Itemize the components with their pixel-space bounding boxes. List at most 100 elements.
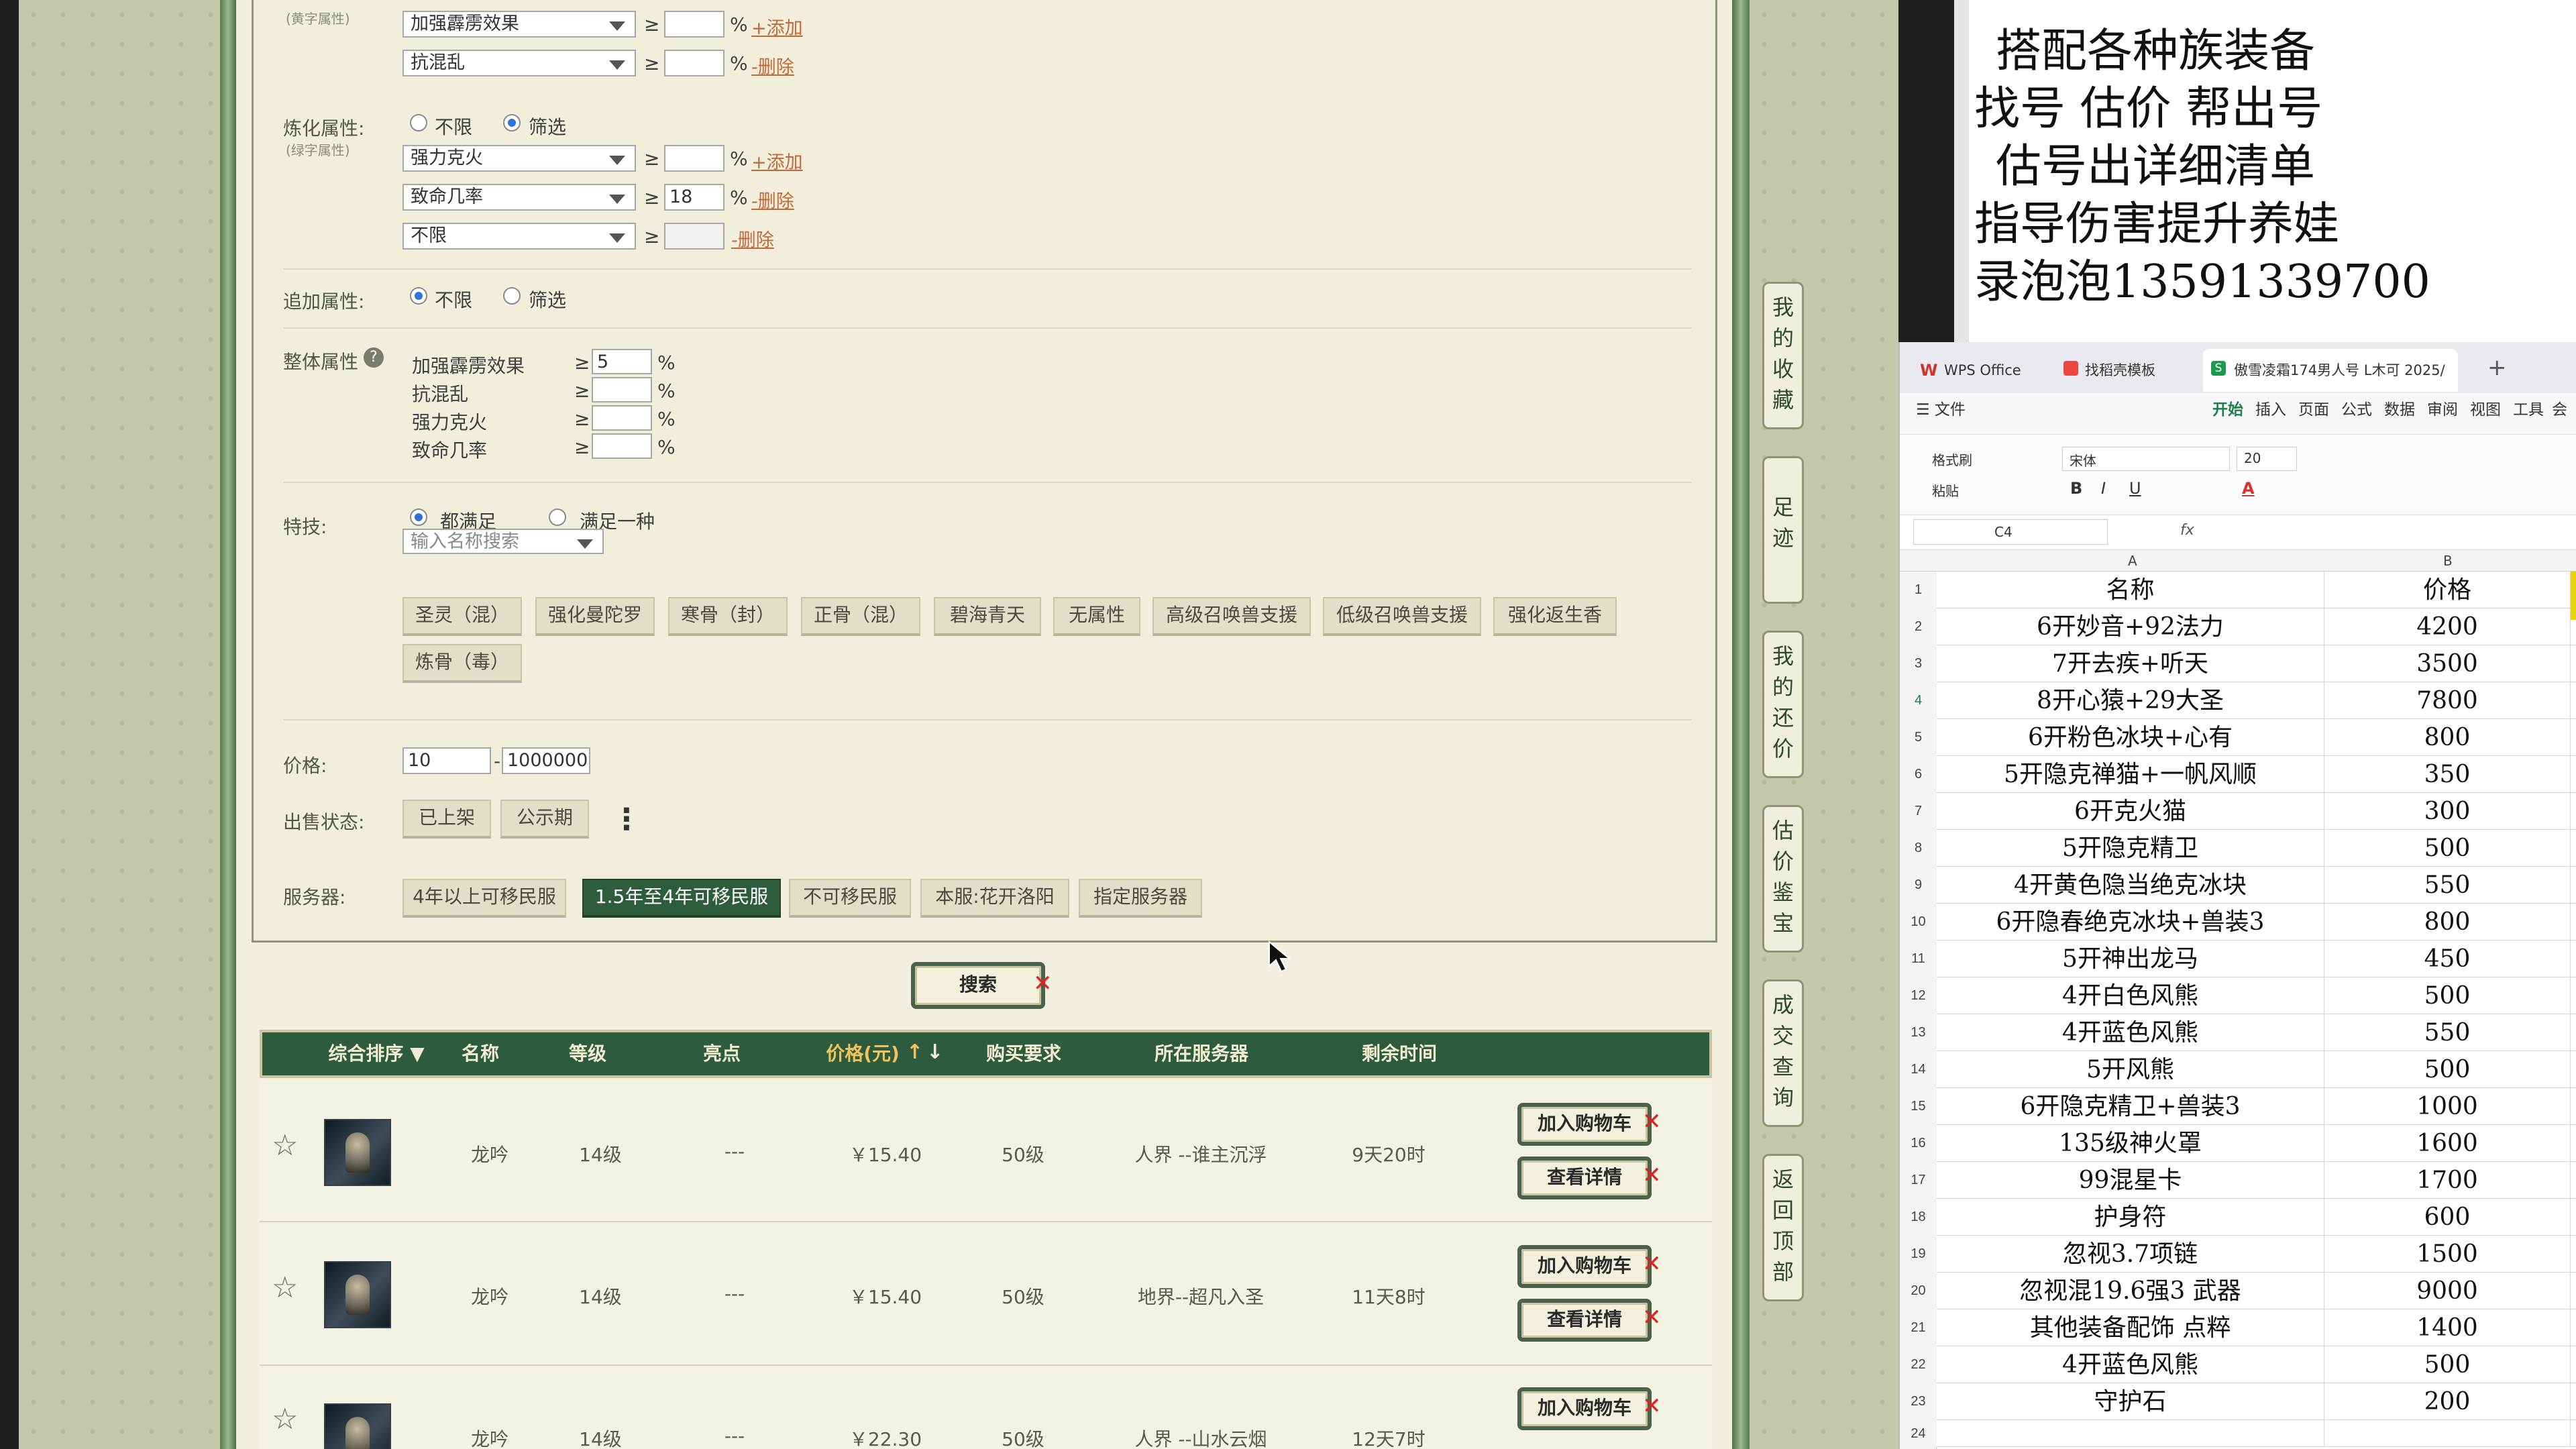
search-button[interactable]: 搜索: [911, 962, 1045, 1009]
cell-name[interactable]: 龙吟: [456, 1140, 523, 1167]
menu-formula[interactable]: 公式: [2341, 390, 2372, 429]
menu-insert[interactable]: 插入: [2255, 390, 2286, 429]
paste-button[interactable]: 粘贴: [1932, 480, 1959, 500]
cell-b[interactable]: 1600: [2324, 1125, 2571, 1161]
row-number[interactable]: 2: [1900, 608, 1937, 645]
teji-radio-one[interactable]: [549, 508, 566, 526]
col-header-b[interactable]: B: [2443, 553, 2453, 569]
cell-a[interactable]: 6开粉色冰块+心有: [1937, 719, 2324, 755]
cell-b[interactable]: 550: [2324, 1014, 2571, 1051]
name-box[interactable]: C4: [1913, 519, 2108, 545]
menu-review[interactable]: 审阅: [2427, 390, 2458, 429]
skill-tag[interactable]: 强化返生香: [1493, 597, 1617, 636]
cell-b[interactable]: 600: [2324, 1199, 2571, 1235]
cell-b[interactable]: 300: [2324, 793, 2571, 829]
menu-data[interactable]: 数据: [2384, 390, 2415, 429]
fx-icon[interactable]: fx: [2180, 522, 2194, 539]
status-option[interactable]: 已上架: [402, 800, 491, 839]
sort-header[interactable]: 综合排序 ▼: [309, 1032, 443, 1075]
cell-a[interactable]: 忽视3.7项链: [1937, 1236, 2324, 1272]
cell-a[interactable]: 6开克火猫: [1937, 793, 2324, 829]
lianhua-radio-any[interactable]: [410, 114, 427, 131]
more-icon[interactable]: ⋮: [612, 802, 641, 837]
price-min-input[interactable]: 10: [402, 747, 491, 774]
cell-a[interactable]: 5开神出龙马: [1937, 941, 2324, 977]
help-icon[interactable]: ?: [364, 347, 384, 368]
row-number[interactable]: 22: [1900, 1346, 1937, 1383]
cell-a[interactable]: 6开隐克精卫+兽装3: [1937, 1088, 2324, 1124]
cell-a[interactable]: 6开隐春绝克冰块+兽装3: [1937, 904, 2324, 940]
attr-select-2[interactable]: 抗混乱: [402, 50, 636, 76]
font-family-select[interactable]: 宋体: [2062, 447, 2230, 471]
underline-icon[interactable]: U: [2129, 479, 2141, 498]
cell-b[interactable]: 500: [2324, 977, 2571, 1014]
delete-link[interactable]: -删除: [731, 225, 774, 252]
sidebar-deals[interactable]: 成交查询: [1762, 979, 1804, 1127]
row-number[interactable]: 5: [1900, 719, 1937, 756]
cell-a[interactable]: 135级神火罩: [1937, 1125, 2324, 1161]
row-number[interactable]: 18: [1900, 1199, 1937, 1236]
cell-b[interactable]: 450: [2324, 941, 2571, 977]
bold-icon[interactable]: B: [2070, 479, 2082, 498]
lianhua-value-3[interactable]: [664, 223, 724, 250]
format-painter-button[interactable]: 格式刷: [1932, 449, 1972, 469]
cell-a[interactable]: 守护石: [1937, 1383, 2324, 1419]
skill-tag[interactable]: 高级召唤兽支援: [1152, 597, 1311, 636]
attr-value-2[interactable]: [664, 50, 724, 76]
cell-b[interactable]: 1700: [2324, 1162, 2571, 1198]
attr-select-1[interactable]: 加强霹雳效果: [402, 11, 636, 38]
cell-b[interactable]: 800: [2324, 719, 2571, 755]
row-number[interactable]: 7: [1900, 793, 1937, 830]
row-number[interactable]: 17: [1900, 1162, 1937, 1199]
cell-a[interactable]: 7开去疾+听天: [1937, 645, 2324, 682]
cell-b[interactable]: 7800: [2324, 682, 2571, 718]
server-option[interactable]: 指定服务器: [1079, 879, 1202, 918]
server-option-selected[interactable]: 1.5年至4年可移民服: [582, 879, 781, 918]
row-number[interactable]: 3: [1900, 645, 1937, 682]
skill-tag[interactable]: 正骨（混）: [801, 597, 920, 636]
menu-tools[interactable]: 工具: [2513, 390, 2544, 429]
cell-name[interactable]: 龙吟: [456, 1425, 523, 1449]
cell-b[interactable]: 500: [2324, 830, 2571, 866]
row-number[interactable]: 6: [1900, 756, 1937, 793]
teji-radio-all[interactable]: [410, 508, 427, 526]
menu-page[interactable]: 页面: [2298, 390, 2329, 429]
cell-b[interactable]: 4200: [2324, 608, 2571, 645]
row-number[interactable]: 10: [1900, 904, 1937, 941]
skill-search-input[interactable]: 输入名称搜索: [402, 529, 604, 554]
zhengti-value-2[interactable]: [592, 377, 652, 402]
sidebar-appraisal[interactable]: 估价鉴宝: [1762, 805, 1804, 953]
sort-up-icon[interactable]: ↑: [906, 1040, 923, 1064]
status-option[interactable]: 公示期: [500, 800, 589, 839]
delete-link[interactable]: -删除: [751, 186, 794, 213]
zhuijia-radio-filter[interactable]: [503, 287, 521, 305]
cell-a[interactable]: 5开隐克精卫: [1937, 830, 2324, 866]
lianhua-radio-filter[interactable]: [503, 114, 521, 131]
view-detail-button[interactable]: 查看详情: [1517, 1299, 1652, 1342]
cell-b[interactable]: 价格: [2324, 572, 2571, 608]
promo-scrollbar[interactable]: [1954, 0, 1969, 342]
cell-a[interactable]: 4开白色风熊: [1937, 977, 2324, 1014]
sidebar-my-bargain[interactable]: 我的还价: [1762, 631, 1804, 778]
add-link[interactable]: +添加: [751, 13, 803, 40]
server-option[interactable]: 4年以上可移民服: [402, 879, 566, 918]
cell-a[interactable]: 4开蓝色风熊: [1937, 1346, 2324, 1383]
row-number[interactable]: 12: [1900, 977, 1937, 1014]
row-number[interactable]: 13: [1900, 1014, 1937, 1051]
item-thumbnail[interactable]: [324, 1261, 391, 1328]
sidebar-back-to-top[interactable]: 返回顶部: [1762, 1154, 1804, 1301]
add-to-cart-button[interactable]: 加入购物车: [1517, 1245, 1652, 1288]
attr-value-1[interactable]: [664, 11, 724, 38]
row-number[interactable]: 23: [1900, 1383, 1937, 1420]
row-number[interactable]: 21: [1900, 1309, 1937, 1346]
zhengti-value-4[interactable]: [592, 433, 652, 459]
lianhua-value-2[interactable]: 18: [664, 184, 724, 211]
lianhua-value-1[interactable]: [664, 145, 724, 172]
server-option[interactable]: 不可移民服: [789, 879, 911, 918]
row-number[interactable]: 14: [1900, 1051, 1937, 1088]
row-number[interactable]: 24: [1900, 1420, 1937, 1447]
cell-b[interactable]: [2324, 1420, 2571, 1446]
add-link[interactable]: +添加: [751, 148, 803, 174]
cell-b[interactable]: 1000: [2324, 1088, 2571, 1124]
sidebar-favorites[interactable]: 我的收藏: [1762, 282, 1804, 429]
